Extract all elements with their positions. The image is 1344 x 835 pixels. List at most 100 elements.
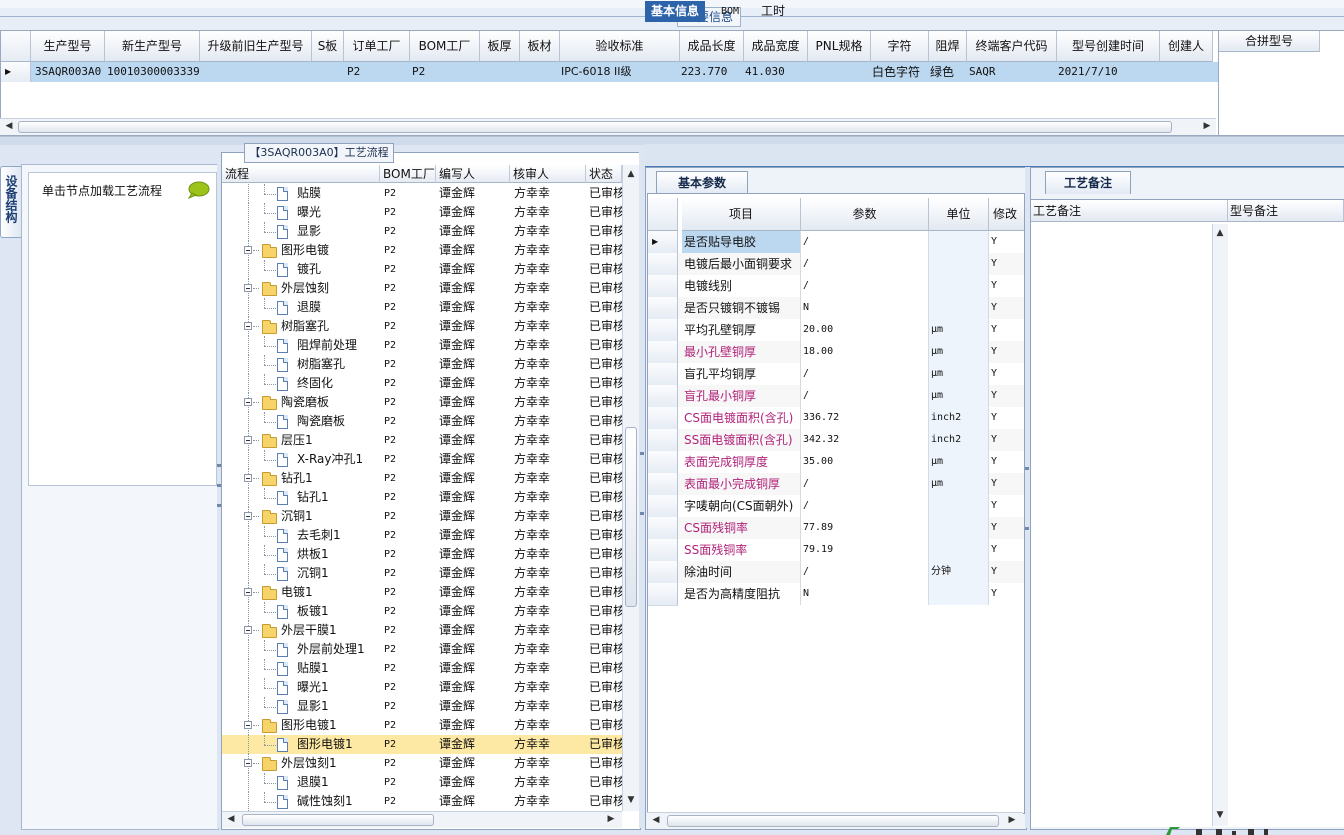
param-value[interactable]: 77.89 [800, 517, 928, 539]
param-row[interactable]: CS面残铜率 77.89 Y [648, 517, 1024, 540]
process-step-row[interactable]: 显影 P2 谭金辉 方幸幸 已审核 [222, 222, 622, 241]
param-row[interactable]: 表面最小完成铜厚 / μm Y [648, 473, 1024, 496]
process-step-row[interactable]: X-Ray冲孔1 P2 谭金辉 方幸幸 已审核 [222, 450, 622, 469]
col-created-time[interactable]: 型号创建时间 [1057, 31, 1160, 62]
process-group-row[interactable]: 沉铜1 P2 谭金辉 方幸幸 已审核 [222, 507, 622, 526]
process-step-row[interactable]: 烘板1 P2 谭金辉 方幸幸 已审核 [222, 545, 622, 564]
process-step-row[interactable]: 去毛刺1 P2 谭金辉 方幸幸 已审核 [222, 526, 622, 545]
param-value[interactable]: 79.19 [800, 539, 928, 561]
collapse-toggle-icon[interactable] [244, 246, 252, 254]
process-step-row[interactable]: 贴膜1 P2 谭金辉 方幸幸 已审核 [222, 659, 622, 678]
params-hscrollbar[interactable]: ◀ ▶ [647, 812, 1023, 829]
param-value[interactable]: 35.00 [800, 451, 928, 473]
param-row[interactable]: SS面电镀面积(含孔) 342.32 inch2 Y [648, 429, 1024, 452]
collapse-toggle-icon[interactable] [244, 322, 252, 330]
param-value[interactable]: / [800, 473, 928, 495]
process-step-row[interactable]: 退膜1 P2 谭金辉 方幸幸 已审核 [222, 773, 622, 792]
col-prod-model[interactable]: 生产型号 [31, 31, 105, 62]
collapse-toggle-icon[interactable] [244, 284, 252, 292]
scroll-down-icon[interactable]: ▼ [1213, 808, 1227, 822]
col-creator[interactable]: 创建人 [1160, 31, 1213, 62]
merge-model-header[interactable]: 合拼型号 [1219, 31, 1320, 52]
param-value[interactable]: 336.72 [800, 407, 928, 429]
col-process-remark[interactable]: 工艺备注 [1031, 200, 1228, 222]
param-row[interactable]: 盲孔最小铜厚 / μm Y [648, 385, 1024, 408]
process-group-row[interactable]: 图形电镀1 P2 谭金辉 方幸幸 已审核 [222, 716, 622, 735]
col-modify[interactable]: 修改 [989, 198, 1024, 231]
collapse-toggle-icon[interactable] [244, 588, 252, 596]
col-length[interactable]: 成品长度 [680, 31, 744, 62]
col-char[interactable]: 字符 [871, 31, 929, 62]
tab-process-remarks[interactable]: 工艺备注 [1045, 171, 1131, 194]
process-step-row[interactable]: 贴膜 P2 谭金辉 方幸幸 已审核 [222, 184, 622, 203]
param-row-header[interactable] [648, 429, 678, 452]
scroll-left-icon[interactable]: ◀ [649, 813, 663, 827]
col-writer[interactable]: 编写人 [436, 165, 510, 183]
param-value[interactable]: / [800, 561, 928, 583]
params-grid[interactable]: 项目 参数 单位 修改 ▶ 是否贴导电胶 / Y 电镀后最小面铜要求 / Y 电镀线别 / Y 是否… [647, 193, 1025, 814]
param-row-header[interactable] [648, 341, 678, 364]
process-group-row[interactable]: 钻孔1 P2 谭金辉 方幸幸 已审核 [222, 469, 622, 488]
param-row[interactable]: 是否为高精度阻抗 N Y [648, 583, 1024, 606]
process-step-row[interactable]: 树脂塞孔 P2 谭金辉 方幸幸 已审核 [222, 355, 622, 374]
param-value[interactable]: / [800, 253, 928, 275]
remarks-grid[interactable]: 工艺备注 型号备注 [1031, 199, 1344, 827]
tab-work-hours[interactable]: 工时 [755, 1, 791, 22]
param-row-header[interactable] [648, 253, 678, 276]
col-order-factory[interactable]: 订单工厂 [344, 31, 410, 62]
param-value[interactable]: / [800, 495, 928, 517]
col-material[interactable]: 板材 [520, 31, 560, 62]
collapse-toggle-icon[interactable] [244, 626, 252, 634]
param-value[interactable]: N [800, 583, 928, 605]
param-row[interactable]: ▶ 是否贴导电胶 / Y [648, 231, 1024, 254]
process-step-row[interactable]: 陶瓷磨板 P2 谭金辉 方幸幸 已审核 [222, 412, 622, 431]
param-row-header[interactable] [648, 297, 678, 320]
param-value[interactable]: N [800, 297, 928, 319]
scroll-right-icon[interactable]: ▶ [1200, 119, 1214, 133]
process-group-row[interactable]: 电镀1 P2 谭金辉 方幸幸 已审核 [222, 583, 622, 602]
col-model-remark[interactable]: 型号备注 [1228, 200, 1344, 222]
process-step-row[interactable]: 曝光1 P2 谭金辉 方幸幸 已审核 [222, 678, 622, 697]
param-row[interactable]: SS面残铜率 79.19 Y [648, 539, 1024, 562]
load-process-box[interactable]: 单击节点加载工艺流程 [28, 172, 217, 486]
process-tree-hscrollbar[interactable]: ◀ ▶ [222, 811, 622, 828]
scroll-left-icon[interactable]: ◀ [224, 812, 238, 826]
col-flow[interactable]: 流程 [222, 165, 380, 183]
col-bom-factory[interactable]: BOM工厂 [410, 31, 480, 62]
param-row[interactable]: 电镀后最小面铜要求 / Y [648, 253, 1024, 276]
param-row-header[interactable] [648, 539, 678, 562]
tab-basic-params[interactable]: 基本参数 [656, 171, 748, 194]
col-pnl[interactable]: PNL规格 [808, 31, 871, 62]
remarks-vscrollbar[interactable]: ▲ ▼ [1212, 224, 1228, 826]
collapse-toggle-icon[interactable] [244, 512, 252, 520]
param-value[interactable]: / [800, 385, 928, 407]
param-value[interactable]: / [800, 363, 928, 385]
param-row-header[interactable]: ▶ [648, 231, 678, 254]
process-step-row[interactable]: 终固化 P2 谭金辉 方幸幸 已审核 [222, 374, 622, 393]
collapse-toggle-icon[interactable] [244, 398, 252, 406]
main-grid-hscrollbar[interactable]: ◀ ▶ [0, 118, 1216, 135]
collapse-toggle-icon[interactable] [244, 436, 252, 444]
process-step-row[interactable]: 板镀1 P2 谭金辉 方幸幸 已审核 [222, 602, 622, 621]
param-row-header[interactable] [648, 319, 678, 342]
col-width[interactable]: 成品宽度 [744, 31, 808, 62]
param-row-header[interactable] [648, 275, 678, 298]
param-value[interactable]: / [800, 231, 928, 253]
param-row-header[interactable] [648, 363, 678, 386]
param-row-header[interactable] [648, 495, 678, 518]
process-group-row[interactable]: 外层蚀刻 P2 谭金辉 方幸幸 已审核 [222, 279, 622, 298]
scroll-up-icon[interactable]: ▲ [624, 167, 638, 181]
col-standard[interactable]: 验收标准 [560, 31, 680, 62]
process-step-row[interactable]: 沉铜1 P2 谭金辉 方幸幸 已审核 [222, 564, 622, 583]
process-step-row[interactable]: 碱性蚀刻1 P2 谭金辉 方幸幸 已审核 [222, 792, 622, 811]
scroll-right-icon[interactable]: ▶ [604, 812, 618, 826]
col-thickness[interactable]: 板厚 [480, 31, 520, 62]
device-structure-tab[interactable]: 设备结构 [0, 166, 21, 238]
col-new-model[interactable]: 新生产型号 [105, 31, 200, 62]
param-value[interactable]: / [800, 275, 928, 297]
param-value[interactable]: 20.00 [800, 319, 928, 341]
param-row-header[interactable] [648, 451, 678, 474]
param-row-header[interactable] [648, 407, 678, 430]
tree-vscroll-thumb[interactable] [625, 427, 637, 607]
tree-hscroll-thumb[interactable] [242, 814, 434, 826]
